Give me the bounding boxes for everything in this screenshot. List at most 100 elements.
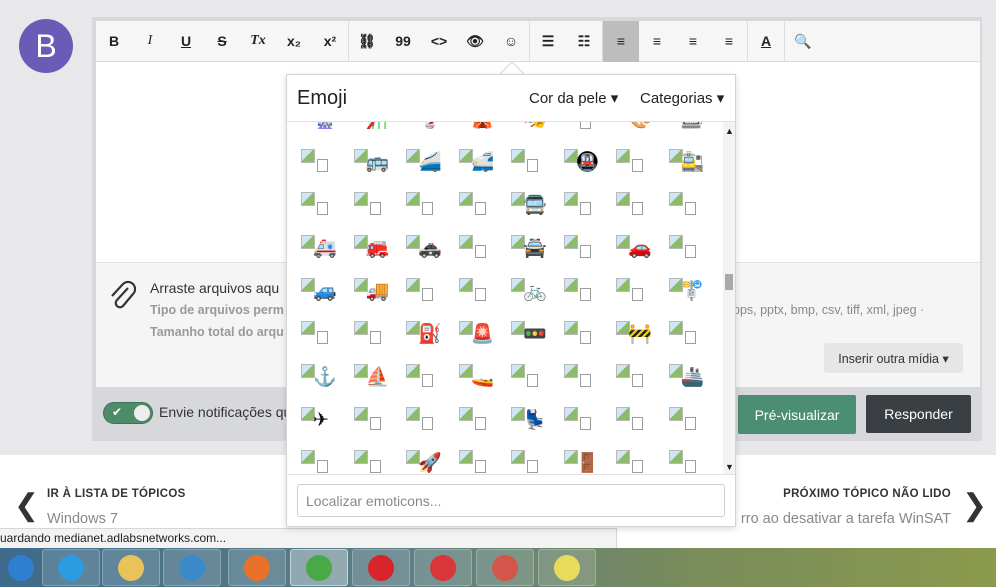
emoji-cell[interactable] (402, 405, 442, 435)
emoji-cell[interactable] (402, 362, 442, 392)
clear-format-button[interactable]: Tx (240, 21, 276, 62)
taskbar-vivaldi[interactable] (414, 549, 472, 586)
emoji-cell[interactable] (350, 319, 390, 349)
underline-button[interactable]: U (168, 21, 204, 62)
emoji-cell[interactable] (560, 405, 600, 435)
emoji-cell[interactable]: 🎰 (665, 122, 705, 134)
emoji-cell[interactable]: 🚚 (350, 276, 390, 306)
emoji-cell[interactable] (665, 319, 705, 349)
chevron-left-icon[interactable]: ❮ (14, 488, 39, 523)
taskbar-internet-explorer[interactable] (42, 549, 100, 586)
emoji-cell[interactable]: 🎡 (297, 122, 337, 134)
emoji-cell[interactable]: ⚓ (297, 362, 337, 392)
emoji-cell[interactable]: 🚅 (455, 147, 495, 177)
chevron-right-icon[interactable]: ❯ (962, 488, 987, 523)
emoji-cell[interactable]: ⛽ (402, 319, 442, 349)
emoji-cell[interactable]: 🎨 (612, 122, 652, 134)
align-left-button[interactable]: ≡ (603, 20, 639, 62)
emoji-cell[interactable]: 🎪 (455, 122, 495, 134)
prev-nav-label[interactable]: IR À LISTA DE TÓPICOS (47, 488, 186, 500)
emoji-cell[interactable]: 🚑 (297, 233, 337, 263)
taskbar-firefox[interactable] (228, 549, 286, 586)
emoji-cell[interactable] (350, 190, 390, 220)
preview-source-button[interactable]: 🔍 (785, 21, 821, 62)
emoji-cell[interactable]: 🎢 (350, 122, 390, 134)
preview-button[interactable]: Pré-visualizar (738, 395, 856, 434)
align-right-button[interactable]: ≡ (675, 21, 711, 62)
notify-toggle[interactable]: ✔ (103, 402, 153, 424)
reply-button[interactable]: Responder (866, 395, 971, 433)
emoji-cell[interactable] (612, 147, 652, 177)
emoji-cell[interactable]: 🚧 (612, 319, 652, 349)
emoji-cell[interactable] (297, 319, 337, 349)
emoji-cell[interactable]: 🚥 (507, 319, 547, 349)
taskbar-snipping-tool[interactable] (476, 549, 534, 586)
emoji-cell[interactable]: 🚢 (665, 362, 705, 392)
emoji-cell[interactable] (455, 405, 495, 435)
emoji-cell[interactable] (560, 122, 600, 134)
emoji-cell[interactable]: 🎭 (507, 122, 547, 134)
prev-nav-title[interactable]: Windows 7 (47, 511, 118, 527)
emoji-cell[interactable] (507, 448, 547, 474)
insert-media-button[interactable]: Inserir outra mídia ▾ (824, 343, 963, 373)
emoji-cell[interactable]: 🚌 (350, 147, 390, 177)
next-nav-label[interactable]: PRÓXIMO TÓPICO NÃO LIDO (783, 488, 951, 500)
quote-button[interactable]: 99 (385, 21, 421, 62)
emoji-cell[interactable]: ⛵ (350, 362, 390, 392)
text-color-button[interactable]: A (748, 21, 784, 62)
taskbar-media-player[interactable] (163, 549, 221, 586)
emoji-cell[interactable]: 🚇 (560, 147, 600, 177)
align-center-button[interactable]: ≡ (639, 21, 675, 62)
emoji-cell[interactable]: 💺 (507, 405, 547, 435)
taskbar-sticky-notes[interactable] (538, 549, 596, 586)
emoji-cell[interactable] (297, 448, 337, 474)
bullet-list-button[interactable]: ☰ (530, 21, 566, 62)
scroll-down-icon[interactable]: ▼ (725, 462, 734, 472)
emoji-cell[interactable] (612, 362, 652, 392)
emoji-cell[interactable]: 🚤 (455, 362, 495, 392)
emoji-cell[interactable] (612, 448, 652, 474)
emoji-cell[interactable] (350, 448, 390, 474)
emoji-scrollbar[interactable]: ▲ ▼ (723, 122, 735, 474)
emoji-cell[interactable]: 🚉 (665, 147, 705, 177)
emoji-cell[interactable] (560, 319, 600, 349)
emoji-cell[interactable]: 🚔 (507, 233, 547, 263)
code-button[interactable]: <> (421, 21, 457, 62)
emoji-cell[interactable]: 🚒 (350, 233, 390, 263)
emoji-cell[interactable]: 🚙 (297, 276, 337, 306)
emoji-cell[interactable] (455, 276, 495, 306)
taskbar-chrome[interactable] (290, 549, 348, 586)
categories-dropdown[interactable]: Categorias ▾ (640, 89, 724, 107)
emoji-cell[interactable]: 💈 (402, 122, 442, 134)
emoji-cell[interactable] (455, 190, 495, 220)
emoji-cell[interactable] (297, 147, 337, 177)
emoji-cell[interactable] (665, 405, 705, 435)
link-button[interactable]: ⛓ (349, 21, 385, 62)
emoji-cell[interactable] (297, 190, 337, 220)
numbered-list-button[interactable]: ☷ (566, 21, 602, 62)
spoiler-button[interactable]: 👁 (457, 21, 493, 62)
justify-button[interactable]: ≡ (711, 21, 747, 62)
emoji-cell[interactable]: ✈ (297, 405, 337, 435)
emoji-cell[interactable] (402, 276, 442, 306)
emoji-cell[interactable]: 🚏 (665, 276, 705, 306)
emoji-cell[interactable] (665, 448, 705, 474)
emoji-cell[interactable]: 🚗 (612, 233, 652, 263)
emoji-cell[interactable] (560, 362, 600, 392)
emoji-cell[interactable]: 🚲 (507, 276, 547, 306)
skin-tone-dropdown[interactable]: Cor da pele ▾ (529, 89, 618, 107)
emoji-cell[interactable] (507, 147, 547, 177)
emoji-cell[interactable]: 🚪 (560, 448, 600, 474)
emoji-cell[interactable] (402, 190, 442, 220)
taskbar-opera[interactable] (352, 549, 410, 586)
emoji-cell[interactable] (665, 190, 705, 220)
taskbar-file-explorer[interactable] (102, 549, 160, 586)
emoji-cell[interactable]: 🚍 (507, 190, 547, 220)
scroll-thumb[interactable] (725, 274, 733, 290)
emoji-cell[interactable]: 🚄 (402, 147, 442, 177)
emoji-cell[interactable] (612, 190, 652, 220)
emoji-cell[interactable] (455, 448, 495, 474)
superscript-button[interactable]: x² (312, 21, 348, 62)
bold-button[interactable]: B (96, 21, 132, 62)
emoji-cell[interactable]: 🚓 (402, 233, 442, 263)
